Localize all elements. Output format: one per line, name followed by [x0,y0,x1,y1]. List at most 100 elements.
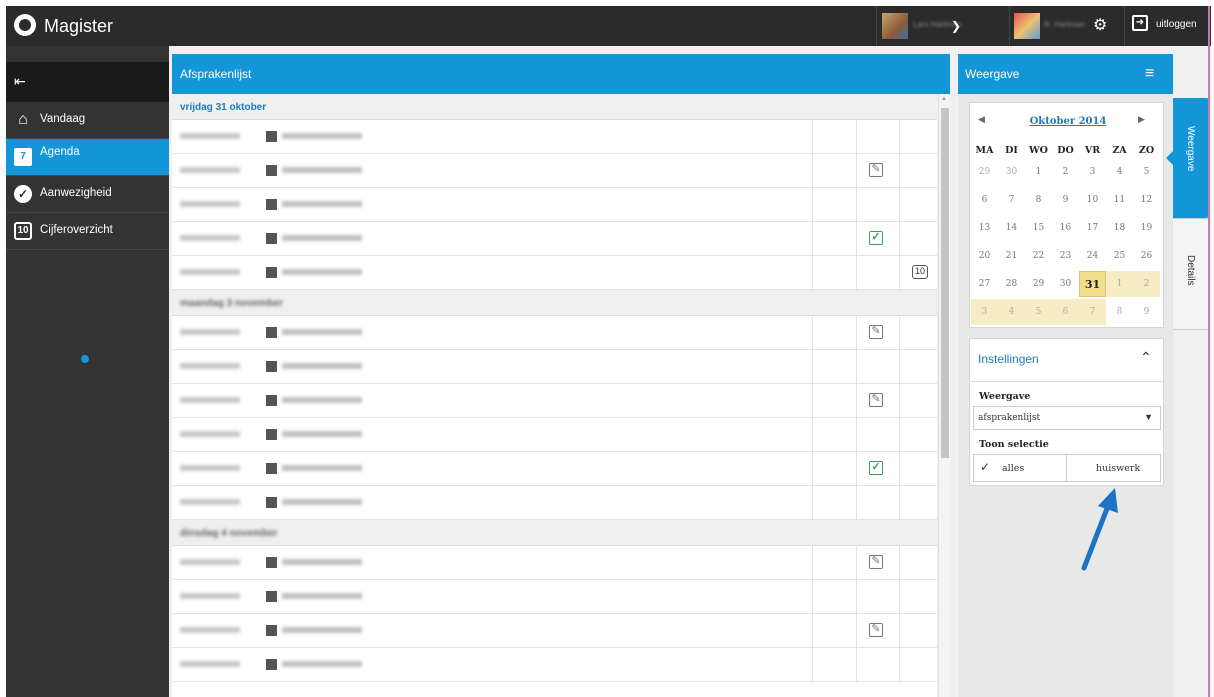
sidebar-item-label: Cijferoverzicht [40,224,113,236]
next-month-icon[interactable]: ▶ [1138,114,1145,125]
calendar-day[interactable]: 30 [1052,271,1079,297]
calendar-day[interactable]: 9 [1052,187,1079,213]
appointment-time [180,329,240,335]
homework-done-icon[interactable]: ✓ [869,231,883,245]
tab-weergave[interactable]: Weergave [1173,98,1210,218]
calendar-day[interactable]: 2 [1133,271,1160,297]
logout-button[interactable]: uitloggen [1156,19,1197,30]
calendar-day[interactable]: 25 [1106,243,1133,269]
tab-details[interactable]: Details [1173,218,1210,330]
list-item[interactable]: ✎ [172,614,937,648]
calendar-day[interactable]: 9 [1133,299,1160,325]
list-item[interactable] [172,418,937,452]
checkmark-icon: ✓ [980,460,991,474]
calendar-day[interactable]: 5 [1133,159,1160,185]
avatar[interactable] [1014,13,1040,39]
sidebar-item-aanwezigheid[interactable]: ✓ Aanwezigheid [6,176,169,213]
sidebar-item-label: Aanwezigheid [40,187,112,199]
scroll-up-icon[interactable]: ▲ [941,96,947,102]
calendar-day[interactable]: 21 [998,243,1025,269]
homework-icon[interactable]: ✎ [869,163,883,177]
logout-icon[interactable]: ➜ [1132,15,1148,31]
scrollbar[interactable]: ▲ [938,94,950,697]
day-header: vrijdag 31 oktober [172,94,937,120]
calendar-day[interactable]: 20 [971,243,998,269]
calendar-day[interactable]: 29 [971,159,998,185]
list-item[interactable]: ✓ [172,452,937,486]
collapse-menu-icon[interactable]: ⇤ [14,73,26,90]
list-item[interactable] [172,580,937,614]
calendar-day[interactable]: 18 [1106,215,1133,241]
calendar-day[interactable]: 12 [1133,187,1160,213]
toon-selectie-label: Toon selectie [979,439,1049,450]
avatar[interactable] [882,13,908,39]
list-item[interactable] [172,648,937,682]
chevron-down-icon[interactable]: ❯ [951,16,961,36]
appointment-description [282,593,362,599]
filter-alles-button[interactable]: ✓ alles [973,454,1067,482]
calendar-day[interactable]: 4 [1106,159,1133,185]
calendar-day[interactable]: 17 [1079,215,1106,241]
homework-done-icon[interactable]: ✓ [869,461,883,475]
calendar-day[interactable]: 22 [1025,243,1052,269]
weergave-select[interactable]: afsprakenlijst ▼ [973,406,1161,430]
calendar-day[interactable]: 6 [971,187,998,213]
sidebar-item-cijferoverzicht[interactable]: 10 Cijferoverzicht [6,213,169,250]
list-item[interactable]: ✎ [172,154,937,188]
calendar-day[interactable]: 24 [1079,243,1106,269]
list-item[interactable] [172,120,937,154]
calendar-day[interactable]: 3 [971,299,998,325]
homework-icon[interactable]: ✎ [869,555,883,569]
prev-month-icon[interactable]: ◀ [978,114,985,125]
gear-icon[interactable]: ⚙ [1093,16,1107,36]
calendar-day[interactable]: 28 [998,271,1025,297]
settings-title[interactable]: Instellingen [978,352,1039,366]
calendar-day[interactable]: 3 [1079,159,1106,185]
calendar-day[interactable]: 26 [1133,243,1160,269]
list-item[interactable]: ✎ [172,384,937,418]
calendar-day[interactable]: 6 [1052,299,1079,325]
calendar-day[interactable]: 4 [998,299,1025,325]
filter-huiswerk-button[interactable]: huiswerk [1067,454,1161,482]
list-item[interactable]: 10 [172,256,937,290]
calendar-day[interactable]: 30 [998,159,1025,185]
calendar-day[interactable]: 14 [998,215,1025,241]
day-label: vrijdag 31 oktober [180,102,267,113]
panel-menu-icon[interactable]: ≡ [1145,65,1154,83]
test-icon[interactable]: 10 [912,265,928,279]
calendar-day[interactable]: 13 [971,215,998,241]
list-item[interactable]: ✓ [172,222,937,256]
calendar-day[interactable]: 8 [1106,299,1133,325]
calendar-day[interactable]: 5 [1025,299,1052,325]
calendar-day[interactable]: 16 [1052,215,1079,241]
scrollbar-thumb[interactable] [941,108,949,458]
sidebar-item-vandaag[interactable]: ⌂ Vandaag [6,102,169,139]
homework-icon[interactable]: ✎ [869,325,883,339]
calendar-day[interactable]: 23 [1052,243,1079,269]
calendar-day[interactable]: 8 [1025,187,1052,213]
calendar-day[interactable]: 7 [998,187,1025,213]
list-item[interactable] [172,188,937,222]
sidebar-item-agenda[interactable]: 7 Agenda [6,139,169,176]
calendar-day[interactable]: 27 [971,271,998,297]
list-item[interactable]: ✎ [172,316,937,350]
list-item[interactable] [172,350,937,384]
magister-logo-icon [14,14,36,36]
calendar-day[interactable]: 29 [1025,271,1052,297]
homework-icon[interactable]: ✎ [869,623,883,637]
calendar-day[interactable]: 1 [1025,159,1052,185]
calendar-day[interactable]: 15 [1025,215,1052,241]
calendar-day[interactable]: 11 [1106,187,1133,213]
calendar-day[interactable]: 19 [1133,215,1160,241]
user-name[interactable]: R. Hartman [1044,20,1085,29]
chevron-up-icon[interactable]: ⌃ [1140,349,1152,366]
calendar-day[interactable]: 2 [1052,159,1079,185]
list-item[interactable] [172,486,937,520]
calendar-day[interactable]: 1 [1106,271,1133,297]
month-label[interactable]: Oktober 2014 [1023,116,1113,127]
calendar-day[interactable]: 31 [1079,271,1106,297]
calendar-day[interactable]: 10 [1079,187,1106,213]
homework-icon[interactable]: ✎ [869,393,883,407]
list-item[interactable]: ✎ [172,546,937,580]
calendar-day[interactable]: 7 [1079,299,1106,325]
